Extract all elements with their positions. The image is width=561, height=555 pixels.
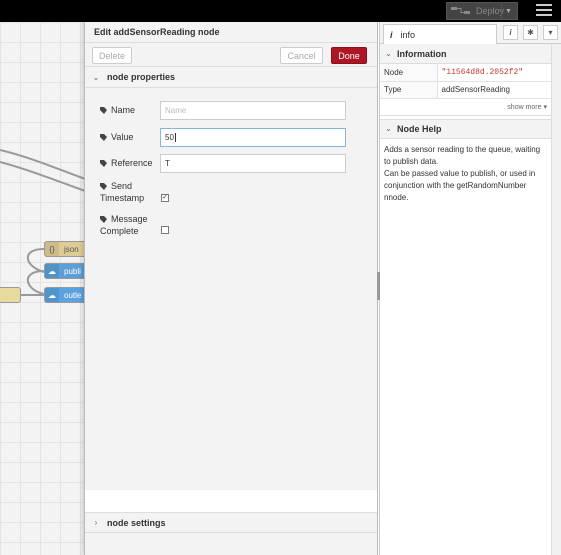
node-properties-title: node properties [107, 72, 176, 82]
sidebar-scrollbar[interactable] [552, 44, 561, 555]
sidebar-content: ⌄ Information Node "11564d8d.2052f2" Typ… [380, 44, 552, 555]
tray-title: Edit addSensorReading node [85, 22, 377, 43]
information-title: Information [397, 48, 447, 59]
information-header[interactable]: ⌄ Information [380, 44, 551, 64]
help-line: conjunction with the getRandomNumber [384, 180, 527, 190]
node-properties-header[interactable]: ⌄ node properties [85, 67, 377, 88]
send-timestamp-label-row: Send Timestamp [100, 181, 144, 203]
chevron-down-icon[interactable]: ▾ [543, 25, 558, 40]
message-complete-label-1: Message [111, 214, 148, 224]
table-row: Node "11564d8d.2052f2" [380, 64, 551, 82]
tag-icon [100, 159, 107, 167]
help-line: Can be passed value to publish, or used … [384, 168, 536, 178]
name-label: Name [111, 105, 136, 115]
chevron-down-icon: ⌄ [92, 72, 100, 82]
canvas-node-json[interactable]: {} json [44, 241, 88, 257]
done-button[interactable]: Done [331, 47, 367, 64]
send-timestamp-label-2: Timestamp [100, 193, 145, 203]
chevron-right-icon: › [94, 518, 98, 527]
name-label-row: Name [100, 105, 135, 115]
deploy-menu-caret-icon[interactable]: ▼ [501, 3, 515, 19]
show-more-link[interactable]: show more ▾ [380, 99, 551, 116]
node-help-title: Node Help [397, 123, 442, 134]
info-icon[interactable]: i [503, 25, 518, 40]
canvas-node-yellow[interactable] [0, 287, 21, 303]
tray-footer [85, 533, 377, 555]
edit-tray: Edit addSensorReading node Delete Cancel… [84, 22, 378, 555]
tag-icon [100, 182, 107, 190]
help-line: nnode. [384, 192, 409, 202]
reference-label: Reference [111, 158, 153, 168]
info-icon: i [390, 30, 393, 40]
help-line: to publish data. [384, 156, 439, 166]
cancel-button[interactable]: Cancel [280, 47, 323, 64]
delete-button[interactable]: Delete [92, 47, 132, 64]
info-key: Node [380, 64, 438, 82]
chevron-down-icon: ⌄ [385, 49, 392, 58]
message-complete-checkbox[interactable] [161, 226, 169, 234]
workspace-canvas[interactable]: {} json ☁ publi ☁ outle [0, 22, 88, 555]
help-line: Adds a sensor reading to the queue, wait… [384, 144, 541, 154]
node-help-header[interactable]: ⌄ Node Help [380, 118, 551, 139]
value-input-text: 50 [165, 133, 174, 142]
tag-icon [100, 133, 107, 141]
value-label-row: Value [100, 132, 133, 142]
sidebar-tabs: i info i ✱ ▾ [380, 22, 561, 45]
deploy-label: Deploy [476, 6, 505, 16]
send-timestamp-checkbox[interactable]: ✓ [161, 194, 169, 202]
reference-input[interactable]: T [160, 154, 346, 173]
tag-icon [100, 215, 107, 223]
bug-icon[interactable]: ✱ [523, 25, 538, 40]
info-value: addSensorReading [437, 81, 551, 99]
tag-icon [100, 106, 107, 114]
node-settings-title: node settings [107, 517, 166, 528]
function-icon: {} [45, 242, 59, 256]
info-key: Type [380, 81, 438, 99]
table-row: Type addSensorReading [380, 81, 551, 99]
node-properties-panel: Name Name Value 50 Reference T Send Time… [85, 88, 377, 490]
node-settings-header[interactable]: › node settings [85, 512, 377, 533]
reference-label-row: Reference [100, 158, 153, 168]
tab-info-label: info [400, 30, 416, 40]
deploy-button[interactable]: Deploy ▼ [446, 2, 518, 20]
value-label: Value [111, 132, 134, 142]
value-input[interactable]: 50 [160, 128, 346, 147]
top-header: Deploy ▼ [0, 0, 561, 22]
cloud-icon: ☁ [45, 288, 59, 302]
info-table: Node "11564d8d.2052f2" Type addSensorRea… [380, 64, 551, 99]
tray-toolbar: Delete Cancel Done [85, 43, 377, 67]
message-complete-label-2: Complete [100, 226, 139, 236]
sidebar: i info i ✱ ▾ ⌄ Information Node "11564d8… [380, 22, 561, 555]
canvas-node-publish[interactable]: ☁ publi [44, 263, 88, 279]
message-complete-label-row: Message Complete [100, 214, 148, 236]
canvas-node-outlet[interactable]: ☁ outle [44, 287, 88, 303]
tab-info[interactable]: i info [383, 24, 497, 45]
node-id-value[interactable]: "11564d8d.2052f2" [442, 68, 524, 77]
info-value: "11564d8d.2052f2" [437, 64, 551, 82]
chevron-down-icon: ⌄ [385, 124, 392, 133]
send-timestamp-label-1: Send [111, 181, 133, 191]
cloud-icon: ☁ [45, 264, 59, 278]
deploy-icon [451, 6, 471, 16]
node-help-text: Adds a sensor reading to the queue, wait… [380, 139, 551, 209]
main-menu-icon[interactable] [536, 4, 552, 18]
name-input[interactable]: Name [160, 101, 346, 120]
tray-bottom: › node settings [85, 512, 377, 555]
